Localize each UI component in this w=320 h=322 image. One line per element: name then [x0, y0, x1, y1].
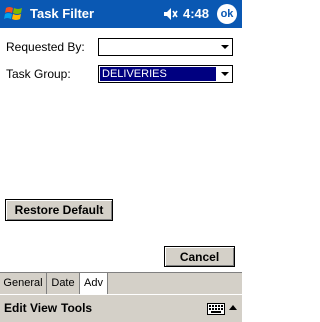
title-bar: Task Filter 4:48 ok	[0, 0, 242, 28]
speaker-icon[interactable]	[163, 7, 179, 21]
windows-start-icon[interactable]	[3, 3, 25, 25]
task-group-dropdown[interactable]: DELIVERIES	[98, 65, 233, 83]
restore-default-button[interactable]: Restore Default	[5, 199, 113, 221]
requested-by-value	[100, 40, 216, 54]
menu-tools[interactable]: Tools	[61, 301, 92, 315]
tab-adv[interactable]: Adv	[80, 273, 108, 294]
task-group-value: DELIVERIES	[100, 67, 216, 81]
menu-bar: Edit View Tools	[0, 294, 242, 322]
cancel-button[interactable]: Cancel	[164, 246, 235, 267]
input-panel-arrow-icon[interactable]	[229, 305, 237, 310]
task-group-label: Task Group:	[6, 67, 71, 81]
ok-button[interactable]: ok	[217, 4, 237, 24]
clock[interactable]: 4:48	[183, 6, 209, 21]
requested-by-dropdown[interactable]	[98, 38, 233, 56]
menu-edit[interactable]: Edit	[4, 301, 27, 315]
tab-general[interactable]: General	[0, 273, 47, 294]
tab-strip: General Date Adv	[0, 272, 242, 294]
keyboard-icon[interactable]	[207, 303, 225, 315]
chevron-down-icon[interactable]	[221, 45, 229, 49]
menu-view[interactable]: View	[30, 301, 57, 315]
chevron-down-icon[interactable]	[221, 72, 229, 76]
requested-by-label: Requested By:	[6, 40, 85, 54]
tab-date[interactable]: Date	[47, 273, 80, 294]
window-title: Task Filter	[30, 6, 95, 21]
